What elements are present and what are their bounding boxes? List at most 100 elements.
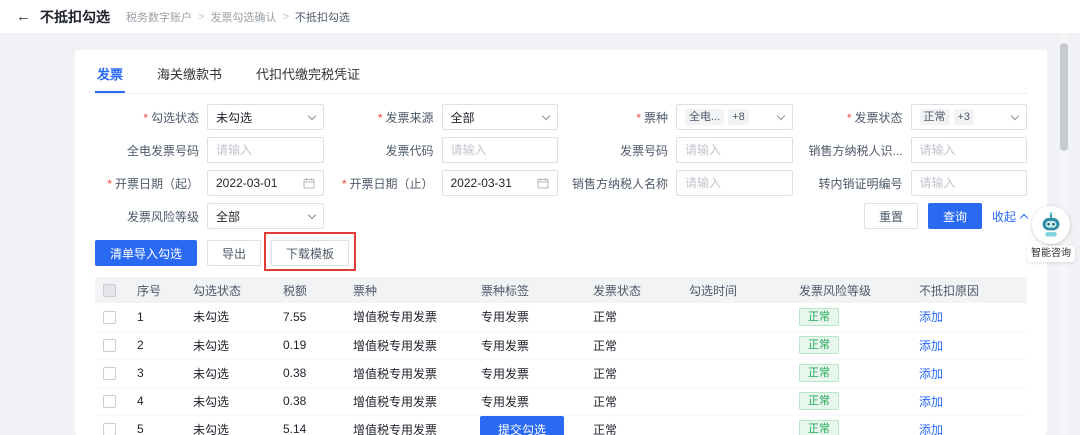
cell-check-time <box>681 303 791 332</box>
table-row: 3 未勾选 0.38 增值税专用发票 专用发票 正常 正常 添加 <box>95 359 1027 388</box>
add-reason-link[interactable]: 添加 <box>919 395 943 409</box>
seller-tax-id-input[interactable] <box>910 137 1027 163</box>
risk-level-select[interactable]: 全部 <box>207 203 324 229</box>
cell-ticket-tag: 专用发票 <box>473 303 585 332</box>
invoice-code-input[interactable] <box>441 137 558 163</box>
filter-form: 勾选状态 未勾选 发票来源 全部 票种 全电... +8 发票状态 <box>95 104 1029 229</box>
back-arrow-icon[interactable]: ← <box>16 9 31 24</box>
cell-amount: 7.55 <box>275 303 345 332</box>
filter-invoice-source: 发票来源 全部 <box>330 104 558 130</box>
filter-risk-level: 发票风险等级 全部 <box>95 203 324 229</box>
select-all-checkbox[interactable] <box>103 284 116 298</box>
cell-amount: 0.19 <box>275 331 345 360</box>
check-status-select[interactable]: 未勾选 <box>207 104 324 130</box>
cell-ticket-type: 增值税专用发票 <box>345 415 473 435</box>
cell-check-status: 未勾选 <box>185 387 275 416</box>
chevron-down-icon <box>541 111 551 120</box>
filter-label: 发票风险等级 <box>126 209 199 224</box>
filter-digital-invoice-number: 全电发票号码 <box>95 137 324 163</box>
invoice-status-select[interactable]: 正常 +3 <box>910 104 1027 130</box>
download-template-button[interactable]: 下载模板 <box>271 240 350 266</box>
add-reason-link[interactable]: 添加 <box>919 310 943 324</box>
add-reason-link[interactable]: 添加 <box>919 367 943 381</box>
invoice-source-select[interactable]: 全部 <box>441 104 558 130</box>
risk-badge: 正常 <box>799 392 839 410</box>
breadcrumb-separator: > <box>198 10 205 23</box>
tab-customs-payment[interactable]: 海关缴款书 <box>155 60 224 93</box>
row-checkbox[interactable] <box>103 423 116 435</box>
cell-check-time <box>681 359 791 388</box>
export-button[interactable]: 导出 <box>207 240 262 266</box>
filter-seller-tax-id: 销售方纳税人识... <box>799 137 1027 163</box>
import-checked-list-button[interactable]: 清单导入勾选 <box>95 240 198 266</box>
digital-invoice-number-input[interactable] <box>207 137 324 163</box>
col-check-time: 勾选时间 <box>681 277 791 303</box>
cell-invoice-status: 正常 <box>585 331 681 360</box>
table-row: 1 未勾选 7.55 增值税专用发票 专用发票 正常 正常 添加 <box>95 303 1027 332</box>
col-invoice-status: 发票状态 <box>585 277 681 303</box>
cell-ticket-tag: 专用发票 <box>473 331 585 360</box>
calendar-icon <box>303 178 314 189</box>
tab-withholding-certificate[interactable]: 代扣代缴完税凭证 <box>254 60 362 93</box>
domestic-cert-number-input[interactable] <box>910 170 1027 196</box>
filter-seller-name: 销售方纳税人名称 <box>564 170 793 196</box>
submit-check-button[interactable]: 提交勾选 <box>479 416 565 435</box>
assistant-widget[interactable]: 智能咨询 <box>1027 206 1075 262</box>
cell-invoice-status: 正常 <box>585 359 681 388</box>
more-count-badge: +3 <box>953 109 975 125</box>
invoice-date-start-picker[interactable]: 2022-03-01 <box>207 170 324 196</box>
breadcrumb-item[interactable]: 税务数字账户 <box>126 9 192 25</box>
ticket-type-select[interactable]: 全电... +8 <box>676 104 793 130</box>
cell-check-time <box>681 415 791 435</box>
cell-check-status: 未勾选 <box>185 331 275 360</box>
col-amount: 税额 <box>275 277 345 303</box>
tab-invoice[interactable]: 发票 <box>95 60 126 93</box>
filter-label: 发票代码 <box>385 143 434 158</box>
reset-button[interactable]: 重置 <box>863 203 918 229</box>
add-reason-link[interactable]: 添加 <box>919 339 943 353</box>
cell-ticket-type: 增值税专用发票 <box>345 331 473 360</box>
chevron-down-icon <box>776 111 785 120</box>
filter-invoice-code: 发票代码 <box>330 137 558 163</box>
row-checkbox[interactable] <box>103 367 116 381</box>
cell-ticket-tag: 专用发票 <box>473 387 585 416</box>
row-checkbox[interactable] <box>103 339 116 353</box>
cell-ticket-tag: 专用发票 <box>473 359 585 388</box>
filter-label: 发票号码 <box>619 143 668 158</box>
invoice-date-end-picker[interactable]: 2022-03-31 <box>441 170 558 196</box>
filter-domestic-cert-number: 转内销证明编号 <box>799 170 1027 196</box>
cell-ticket-type: 增值税专用发票 <box>345 303 473 332</box>
invoice-number-input[interactable] <box>676 137 793 163</box>
tab-bar: 发票 海关缴款书 代扣代缴完税凭证 <box>95 60 1027 94</box>
filter-check-status: 勾选状态 未勾选 <box>95 104 324 130</box>
col-seq: 序号 <box>129 277 185 303</box>
risk-badge: 正常 <box>799 364 839 382</box>
col-check-status: 勾选状态 <box>185 277 275 303</box>
chevron-down-icon <box>307 210 316 219</box>
scrollbar-thumb[interactable] <box>1060 43 1068 151</box>
row-checkbox[interactable] <box>103 395 116 409</box>
row-checkbox[interactable] <box>103 310 116 324</box>
assistant-label: 智能咨询 <box>1027 246 1075 262</box>
collapse-link[interactable]: 收起 <box>992 208 1029 225</box>
cell-invoice-status: 正常 <box>585 415 681 435</box>
filter-date-start: 开票日期（起） 2022-03-01 <box>95 170 324 196</box>
table-actions: 清单导入勾选 导出 下载模板 <box>95 232 1027 271</box>
seller-name-input[interactable] <box>676 170 793 196</box>
cell-check-status: 未勾选 <box>185 415 275 435</box>
risk-badge: 正常 <box>799 336 839 354</box>
cell-check-status: 未勾选 <box>185 359 275 388</box>
filter-label: 发票来源 <box>330 109 433 126</box>
add-reason-link[interactable]: 添加 <box>919 423 943 435</box>
filter-label: 销售方纳税人名称 <box>571 176 668 191</box>
filter-label: 开票日期（止） <box>330 175 433 192</box>
cell-invoice-status: 正常 <box>585 303 681 332</box>
filter-label: 开票日期（起） <box>95 175 199 192</box>
breadcrumb: 税务数字账户 > 发票勾选确认 > 不抵扣勾选 <box>126 9 350 25</box>
cell-invoice-status: 正常 <box>585 387 681 416</box>
cell-check-time <box>681 387 791 416</box>
top-bar: ← 不抵扣勾选 税务数字账户 > 发票勾选确认 > 不抵扣勾选 <box>0 0 1080 34</box>
search-button[interactable]: 查询 <box>927 203 982 229</box>
breadcrumb-item[interactable]: 发票勾选确认 <box>210 9 276 25</box>
chevron-down-icon <box>1010 111 1020 120</box>
